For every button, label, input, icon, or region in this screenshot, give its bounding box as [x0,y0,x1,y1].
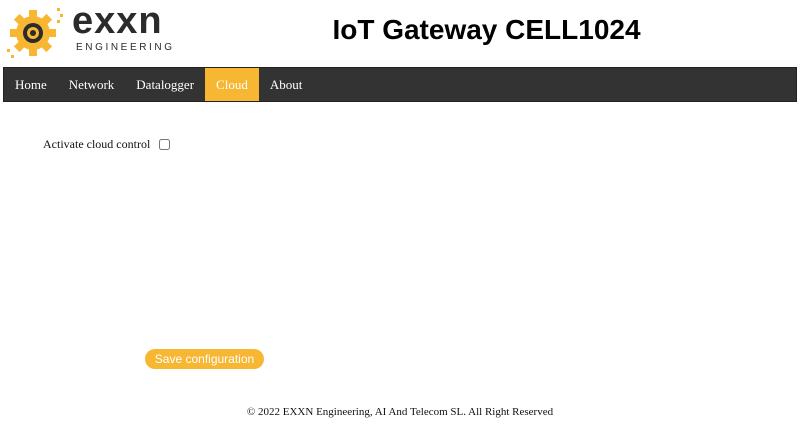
save-configuration-button[interactable]: Save configuration [145,349,264,369]
nav-item-home[interactable]: Home [4,68,58,101]
nav-item-about[interactable]: About [259,68,314,101]
footer-copyright: © 2022 EXXN Engineering, AI And Telecom … [246,406,554,418]
cloud-control-row: Activate cloud control [43,137,171,152]
main-nav: Home Network Datalogger Cloud About [3,67,797,102]
nav-item-datalogger[interactable]: Datalogger [125,68,205,101]
activate-cloud-checkbox[interactable] [159,139,171,150]
nav-item-network[interactable]: Network [58,68,126,101]
activate-cloud-label: Activate cloud control [43,137,151,151]
page-title: IoT Gateway CELL1024 [332,14,641,45]
nav-item-cloud[interactable]: Cloud [205,68,259,101]
page-header: exxn ENGINEERING IoT Gateway CELL1024 [0,0,800,66]
